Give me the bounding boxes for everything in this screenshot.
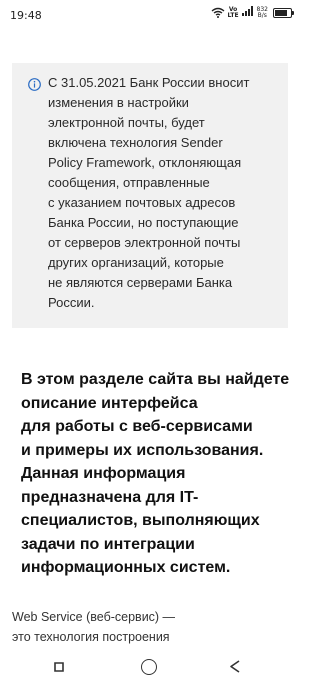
notice-line: не являются серверами Банка	[48, 275, 233, 290]
intro-line: Данная информация	[21, 465, 186, 482]
wifi-icon	[211, 7, 225, 18]
section-intro: В этом разделе сайта вы найдете описание…	[21, 368, 296, 580]
status-bar: 19:48 Vo LTE 832 B/s	[0, 0, 300, 30]
notice-line: включена технология Sender	[48, 135, 223, 150]
network-type: Vo LTE	[227, 5, 239, 19]
spf-notice: С 31.05.2021 Банк России вносит изменени…	[12, 63, 288, 328]
notice-line: электронной почты, будет	[48, 115, 205, 130]
notice-line: от серверов электронной почты	[48, 235, 241, 250]
signal-icon	[241, 6, 254, 19]
body-line: это технология построения	[12, 629, 170, 644]
intro-line: и примеры их использования.	[21, 441, 264, 459]
notice-line: с указанием почтовых адресов	[48, 195, 236, 210]
intro-line: для работы с веб-сервисами	[21, 418, 253, 435]
battery-icon	[273, 7, 294, 18]
home-icon[interactable]	[141, 659, 157, 675]
notice-text: С 31.05.2021 Банк России вносит изменени…	[48, 73, 280, 313]
notice-line: С 31.05.2021 Банк России вносит	[48, 75, 250, 90]
intro-line: специалистов, выполняющих	[21, 512, 260, 529]
back-icon[interactable]	[229, 660, 241, 673]
notice-line: изменения в настройки	[48, 95, 189, 110]
intro-line: предназначена для IT-	[21, 488, 199, 506]
notice-line: других организаций, которые	[48, 255, 224, 270]
info-icon	[28, 78, 41, 91]
recent-apps-icon[interactable]	[53, 660, 64, 672]
intro-line: задачи по интеграции	[21, 535, 195, 553]
status-time: 19:48	[10, 9, 42, 22]
status-icons: Vo LTE 832 B/s	[211, 5, 294, 19]
intro-line: описание интерфейса	[21, 394, 198, 412]
intro-line: информационных систем.	[21, 559, 231, 576]
intro-line: В этом разделе сайта вы найдете	[21, 371, 290, 388]
notice-line: сообщения, отправленные	[48, 175, 210, 190]
web-service-paragraph: Web Service (веб-сервис) — это технологи…	[12, 608, 282, 647]
notice-line: России.	[48, 295, 95, 310]
notice-line: Банка России, но поступающие	[48, 215, 239, 230]
body-line: Web Service (веб-сервис) —	[12, 610, 176, 624]
navigation-bar	[0, 648, 300, 684]
network-speed: 832 B/s	[256, 5, 268, 19]
notice-line: Policy Framework, отклоняющая	[48, 155, 242, 170]
